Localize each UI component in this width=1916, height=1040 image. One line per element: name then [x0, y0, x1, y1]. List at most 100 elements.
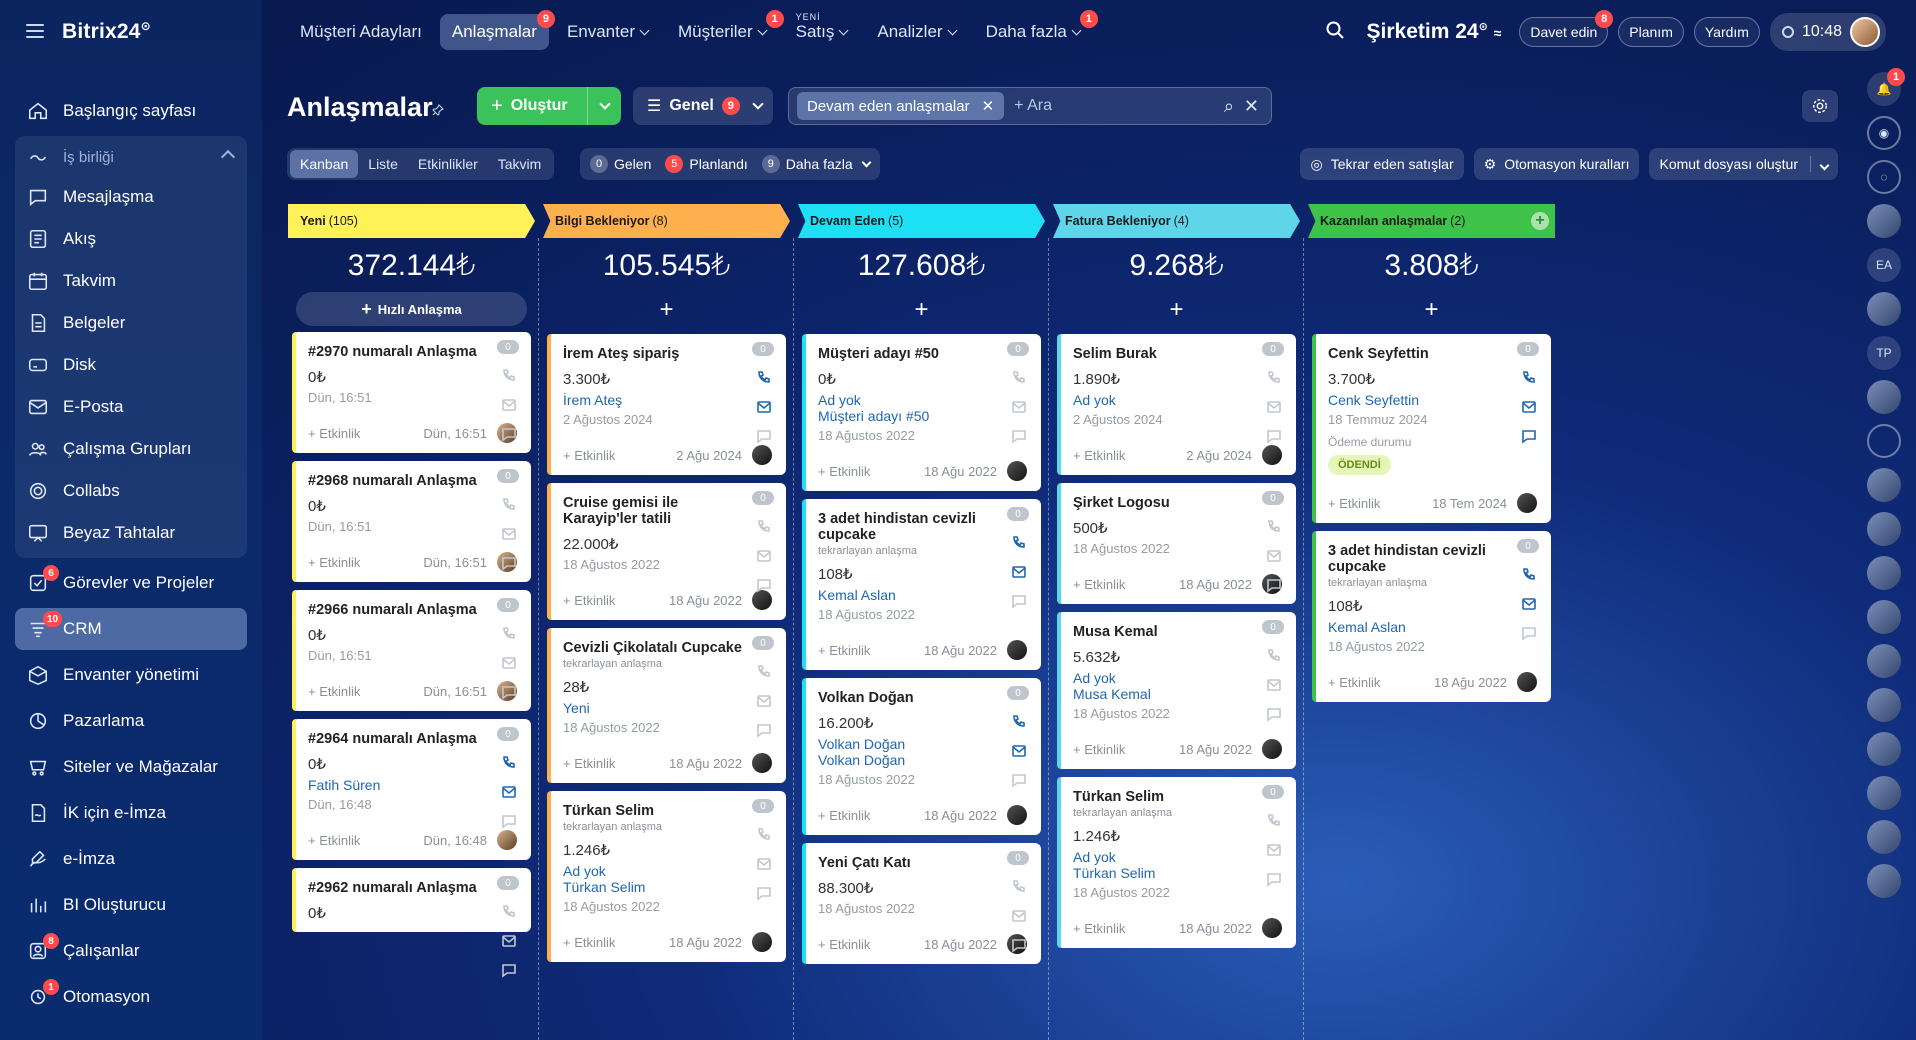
- sidebar-item-chat[interactable]: Mesajlaşma: [15, 176, 247, 218]
- mail-icon[interactable]: [501, 655, 517, 676]
- filter-button[interactable]: ☰ Genel 9: [633, 87, 773, 125]
- deal-title[interactable]: Cevizli Çikolatalı Cupcake: [563, 640, 772, 656]
- chat-icon[interactable]: [1521, 625, 1537, 646]
- mail-icon[interactable]: [501, 933, 517, 954]
- sidebar-item-document[interactable]: Belgeler: [15, 302, 247, 344]
- column-header[interactable]: Fatura Bekleniyor (4): [1053, 204, 1300, 238]
- column-header[interactable]: Bilgi Bekleniyor (8): [543, 204, 790, 238]
- company-link[interactable]: Türkan Selim: [563, 879, 772, 895]
- view-tab-3[interactable]: Takvim: [488, 150, 552, 178]
- contact-link[interactable]: Ad yok: [818, 392, 1027, 408]
- rail-chat-avatar[interactable]: [1867, 380, 1901, 414]
- rail-chat-avatar[interactable]: [1867, 556, 1901, 590]
- add-activity-link[interactable]: + Etkinlik: [563, 756, 615, 771]
- add-activity-link[interactable]: + Etkinlik: [818, 464, 870, 479]
- sidebar-item-home[interactable]: Başlangıç sayfası: [15, 90, 247, 132]
- mail-icon[interactable]: [756, 548, 772, 569]
- mail-icon[interactable]: [1011, 399, 1027, 420]
- chat-icon[interactable]: [501, 555, 517, 576]
- deal-card[interactable]: 03 adet hindistan cevizli cupcake tekrarl…: [802, 499, 1041, 670]
- sidebar-item-hr-sign[interactable]: İK için e-İmza: [15, 792, 247, 834]
- chat-icon[interactable]: [756, 885, 772, 906]
- sidebar-item-crm[interactable]: CRM 10: [15, 608, 247, 650]
- add-activity-link[interactable]: + Etkinlik: [563, 448, 615, 463]
- filter-chip[interactable]: Devam eden anlaşmalar ✕: [797, 92, 1005, 120]
- sidebar-item-feed[interactable]: Akış: [15, 218, 247, 260]
- phone-icon[interactable]: [501, 497, 517, 518]
- menu-icon[interactable]: [26, 24, 44, 38]
- add-activity-link[interactable]: + Etkinlik: [1073, 448, 1125, 463]
- chat-icon[interactable]: [756, 428, 772, 449]
- sidebar-item-group[interactable]: Çalışma Grupları: [15, 428, 247, 470]
- mail-icon[interactable]: [1011, 908, 1027, 929]
- topnav-item-5[interactable]: Analizler: [865, 14, 967, 50]
- contact-link[interactable]: Ad yok: [1073, 670, 1282, 686]
- deal-title[interactable]: Cruise gemisi ile Karayip'ler tatili: [563, 495, 772, 527]
- chat-icon[interactable]: [1266, 871, 1282, 892]
- deal-card[interactable]: 0 Türkan Selim tekrarlayan anlaşma 1.246₺ Ad…: [1057, 777, 1296, 948]
- sidebar-item-bi[interactable]: BI Oluşturucu: [15, 884, 247, 926]
- rail-chat-initials[interactable]: TP: [1867, 336, 1901, 370]
- company-link[interactable]: Musa Kemal: [1073, 686, 1282, 702]
- responsible-avatar[interactable]: [1517, 672, 1537, 692]
- rail-channel-icon[interactable]: [1867, 424, 1901, 458]
- rail-chat-avatar[interactable]: [1867, 600, 1901, 634]
- company-link[interactable]: Türkan Selim: [1073, 865, 1282, 881]
- phone-icon[interactable]: [1011, 370, 1027, 391]
- contact-link[interactable]: Fatih Süren: [308, 777, 517, 793]
- mail-icon[interactable]: [1521, 596, 1537, 617]
- deal-title[interactable]: Türkan Selim: [1073, 789, 1282, 805]
- search-input[interactable]: + Ara: [1014, 97, 1214, 115]
- deal-card[interactable]: 0 Şirket Logosu 500₺ 18 Ağustos 2022 + Etkin…: [1057, 483, 1296, 604]
- create-script-button[interactable]: Komut dosyası oluştur: [1649, 148, 1838, 180]
- phone-icon[interactable]: [1011, 535, 1027, 556]
- view-tab-2[interactable]: Etkinlikler: [408, 150, 488, 178]
- chat-icon[interactable]: [756, 722, 772, 743]
- copilot-icon[interactable]: ◉: [1867, 116, 1901, 150]
- phone-icon[interactable]: [1521, 567, 1537, 588]
- add-activity-link[interactable]: + Etkinlik: [308, 684, 360, 699]
- view-tab-0[interactable]: Kanban: [290, 150, 359, 178]
- phone-icon[interactable]: [1266, 813, 1282, 834]
- mail-icon[interactable]: [756, 399, 772, 420]
- deal-title[interactable]: Volkan Doğan: [818, 690, 1027, 706]
- contact-link[interactable]: Cenk Seyfettin: [1328, 392, 1537, 408]
- chat-icon[interactable]: [1011, 428, 1027, 449]
- deal-card[interactable]: 0 Volkan Doğan 16.200₺ Volkan Doğan Volkan D…: [802, 678, 1041, 835]
- contact-link[interactable]: Volkan Doğan: [818, 736, 1027, 752]
- rail-chat-avatar[interactable]: [1867, 512, 1901, 546]
- deal-card[interactable]: 0 Cruise gemisi ile Karayip'ler tatili 22.…: [547, 483, 786, 620]
- rail-chat-avatar[interactable]: [1867, 820, 1901, 854]
- chat-icon[interactable]: [756, 577, 772, 598]
- mail-icon[interactable]: [756, 856, 772, 877]
- counter-more[interactable]: 9 Daha fazla: [761, 155, 872, 173]
- sidebar-item-store[interactable]: Siteler ve Mağazalar: [15, 746, 247, 788]
- phone-icon[interactable]: [756, 664, 772, 685]
- sidebar-item-marketing[interactable]: Pazarlama: [15, 700, 247, 742]
- mail-icon[interactable]: [1011, 743, 1027, 764]
- contact-link[interactable]: Kemal Aslan: [818, 587, 1027, 603]
- responsible-avatar[interactable]: [752, 932, 772, 952]
- phone-icon[interactable]: [756, 519, 772, 540]
- add-activity-link[interactable]: + Etkinlik: [1073, 577, 1125, 592]
- rail-chat-avatar[interactable]: [1867, 732, 1901, 766]
- deal-card[interactable]: 0 #2968 numaralı Anlaşma 0₺ Dün, 16:51 + Etk…: [292, 461, 531, 582]
- recurring-sales-button[interactable]: ◎ Tekrar eden satışlar: [1300, 148, 1464, 180]
- deal-card[interactable]: 0 Cevizli Çikolatalı Cupcake tekrarlayan a…: [547, 628, 786, 783]
- add-activity-link[interactable]: + Etkinlik: [818, 808, 870, 823]
- add-deal-button[interactable]: +: [798, 292, 1045, 328]
- deal-title[interactable]: Selim Burak: [1073, 346, 1282, 362]
- phone-icon[interactable]: [1011, 714, 1027, 735]
- sidebar-group-header[interactable]: İş birliği: [15, 138, 247, 176]
- rail-chat-avatar[interactable]: [1867, 468, 1901, 502]
- rail-chat-avatar[interactable]: [1867, 204, 1901, 238]
- deal-card[interactable]: 0 #2970 numaralı Anlaşma 0₺ Dün, 16:51 + Etk…: [292, 332, 531, 453]
- clock-widget[interactable]: 10:48: [1769, 13, 1886, 51]
- deal-card[interactable]: 0 #2962 numaralı Anlaşma 0₺: [292, 868, 531, 978]
- deal-title[interactable]: Musa Kemal: [1073, 624, 1282, 640]
- mail-icon[interactable]: [501, 784, 517, 805]
- phone-icon[interactable]: [501, 368, 517, 389]
- phone-icon[interactable]: [1266, 370, 1282, 391]
- settings-sliders-icon[interactable]: ≈: [1494, 25, 1502, 41]
- automation-rules-button[interactable]: ⚙ Otomasyon kuralları: [1473, 148, 1640, 180]
